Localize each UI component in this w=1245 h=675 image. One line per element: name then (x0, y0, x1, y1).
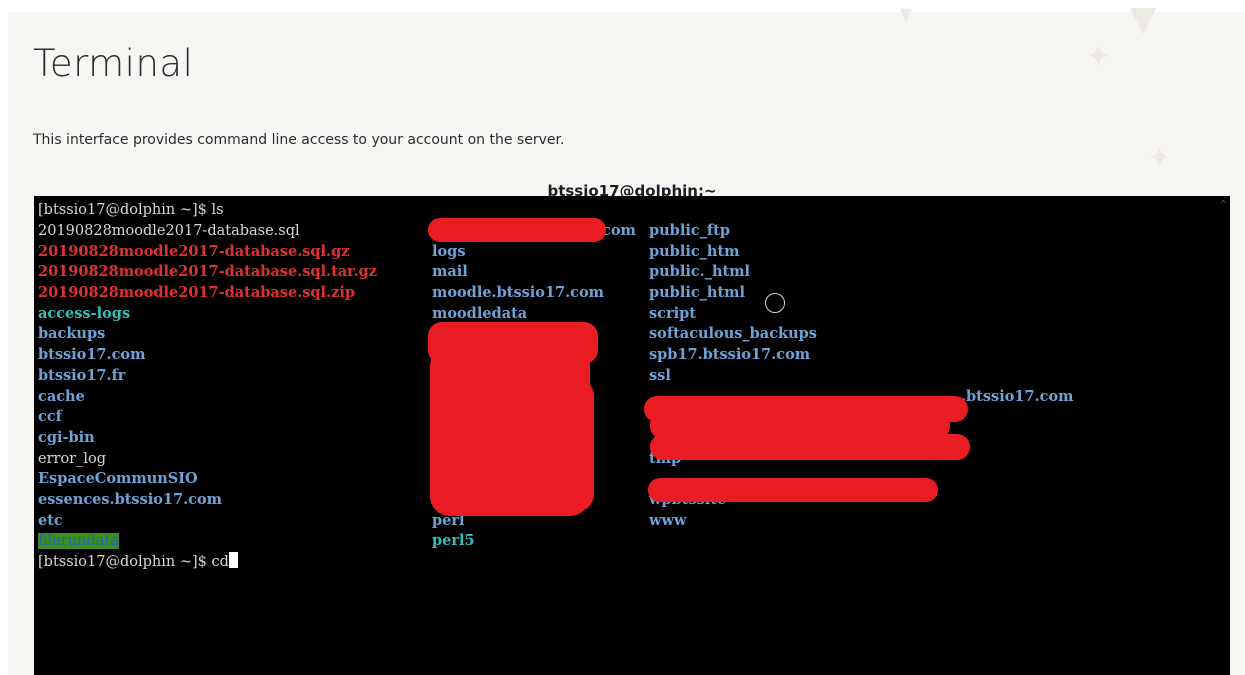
ls-entry: error_log (38, 449, 377, 470)
ls-entry (649, 531, 1073, 552)
ls-entry: etc (38, 511, 377, 532)
terminal-prompt-cd: [btssio17@dolphin ~]$ cd (38, 554, 229, 570)
ls-entry-name: com (602, 222, 636, 239)
ls-entry: spb17.btssio17.com (649, 345, 1073, 366)
ls-entry-name: mail (432, 263, 468, 281)
ls-entry-name: access-logs (38, 304, 131, 322)
ls-entry-name: softaculous_backups (649, 325, 817, 343)
page-title: Terminal (33, 42, 194, 85)
ls-entry: filerundata (38, 531, 377, 552)
page-description: This interface provides command line acc… (33, 132, 565, 148)
terminal-cursor (228, 552, 238, 568)
ls-entry: script (649, 304, 1073, 325)
decorative-sparkle-icon: ✦ (1086, 39, 1112, 74)
redaction-mark (648, 478, 938, 502)
ls-entry-name: backups (38, 325, 106, 343)
ls-entry: public_htm (649, 242, 1073, 263)
ls-entry: 20190828moodle2017-database.sql (38, 221, 377, 242)
ls-entry-name: public_ftp (649, 222, 730, 239)
redaction-mark (434, 378, 594, 512)
ls-entry: EspaceCommunSIO (38, 469, 377, 490)
ls-entry: public_ftp (649, 221, 1073, 242)
ls-entry-name: etc (38, 511, 63, 529)
terminal-prompt-ls: [btssio17@dolphin ~]$ ls (38, 202, 224, 218)
ls-entry-name: public_htm (649, 242, 740, 260)
ls-entry-name: .btssio17.com (961, 387, 1074, 405)
terminal-window[interactable]: ⌃ [btssio17@dolphin ~]$ ls 20190828moodl… (34, 196, 1230, 675)
ls-entry: 20190828moodle2017-database.sql.zip (38, 283, 377, 304)
ls-entry-name: spb17.btssio17.com (649, 346, 811, 364)
ls-entry-name: essences.btssio17.com (38, 490, 222, 508)
ls-entry-name: 20190828moodle2017-database.sql.zip (38, 284, 355, 302)
ls-entry-name: www (649, 511, 687, 529)
ls-entry: www (649, 511, 1073, 532)
ls-entry: btssio17.com (38, 345, 377, 366)
redaction-mark (650, 434, 970, 460)
ls-entry: logs (432, 242, 636, 263)
ls-entry-name: ccf (38, 408, 62, 426)
ls-entry-name: ssl (649, 366, 671, 384)
ls-entry-name: btssio17.fr (38, 366, 126, 384)
ls-entry: cache (38, 387, 377, 408)
ls-entry-name: moodledata (432, 304, 528, 322)
ls-entry: public._html (649, 262, 1073, 283)
scroll-up-icon[interactable]: ⌃ (1219, 198, 1228, 211)
terminal-prompt-line[interactable]: [btssio17@dolphin ~]$ cd (38, 552, 238, 573)
ls-entry-name: cache (38, 387, 85, 405)
ls-entry: cgi-bin (38, 428, 377, 449)
mouse-cursor-ring-icon (765, 293, 785, 313)
ls-entry: essences.btssio17.com (38, 490, 377, 511)
ls-entry: moodle.btssio17.com (432, 283, 636, 304)
ls-entry-name: 20190828moodle2017-database.sql (38, 223, 300, 239)
ls-entry: perl5 (432, 531, 636, 552)
decorative-sparkle-icon: ✦ (1148, 141, 1172, 174)
ls-entry-name: cgi-bin (38, 428, 95, 446)
ls-entry-name: script (649, 304, 696, 322)
decorative-sparkle-icon: ▼ (900, 4, 913, 23)
ls-entry: access-logs (38, 304, 377, 325)
ls-column-3: public_ftp public_htm public._html public_h… (649, 221, 1073, 552)
ls-entry-name: error_log (38, 450, 107, 467)
ls-entry: ssl (649, 366, 1073, 387)
ls-entry: ccf (38, 407, 377, 428)
decorative-sparkle-icon: ▼ (1130, 0, 1157, 39)
ls-entry-name: perl5 (432, 532, 475, 550)
ls-entry-name: EspaceCommunSIO (38, 470, 198, 488)
page-panel: ✦ ✦ ▼ ▼ Terminal This interface provides… (8, 2, 1245, 675)
ls-entry-name: filerundata (38, 533, 119, 550)
ls-entry-name: logs (432, 242, 466, 260)
ls-entry: 20190828moodle2017-database.sql.gz (38, 242, 377, 263)
ls-entry: 20190828moodle2017-database.sql.tar.gz (38, 262, 377, 283)
redaction-mark (428, 218, 606, 242)
ls-entry-name: 20190828moodle2017-database.sql.tar.gz (38, 263, 377, 281)
ls-entry: mail (432, 262, 636, 283)
ls-entry-name: moodle.btssio17.com (432, 284, 605, 302)
ls-entry-name: btssio17.com (38, 346, 146, 364)
ls-entry: backups (38, 324, 377, 345)
ls-column-1: 20190828moodle2017-database.sql 20190828m… (38, 221, 377, 552)
ls-entry-name: 20190828moodle2017-database.sql.gz (38, 242, 350, 260)
ls-entry: public_html (649, 283, 1073, 304)
ls-entry: btssio17.fr (38, 366, 377, 387)
ls-entry: softaculous_backups (649, 324, 1073, 345)
ls-entry-name: public_html (649, 284, 746, 302)
ls-entry-name: public._html (649, 263, 751, 281)
